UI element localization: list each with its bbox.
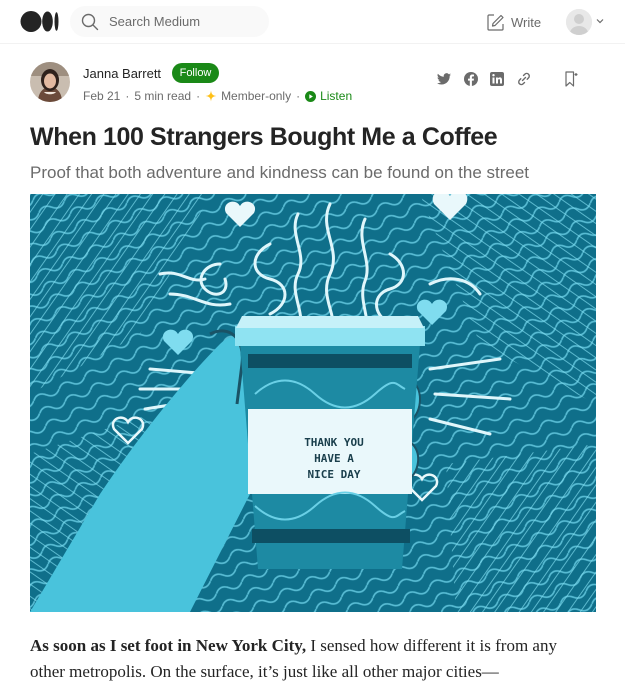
cup-text-line: HAVE A <box>314 452 354 465</box>
chevron-down-icon[interactable] <box>596 17 604 25</box>
bookmark-icon[interactable] <box>563 70 579 88</box>
medium-logo-icon[interactable] <box>20 10 60 33</box>
author-name[interactable]: Janna Barrett <box>83 66 161 81</box>
member-only-label: Member-only <box>221 89 292 103</box>
listen-button[interactable]: Listen <box>320 89 352 103</box>
article-subtitle: Proof that both adventure and kindness c… <box>30 163 530 182</box>
follow-button[interactable]: Follow <box>172 63 219 83</box>
article-hero-image: THANK YOU HAVE A NICE DAY <box>30 194 596 612</box>
author-avatar[interactable] <box>30 62 70 102</box>
article-meta: Feb 21 · 5 min read · Member-only · List… <box>83 89 352 103</box>
twitter-icon[interactable] <box>436 71 452 87</box>
user-avatar-icon <box>566 9 592 35</box>
body-lead-bold: As soon as I set foot in New York City, <box>30 636 307 655</box>
linkedin-icon[interactable] <box>489 71 505 87</box>
publish-date: Feb 21 <box>83 89 121 103</box>
search-bar[interactable]: Search Medium <box>70 6 269 37</box>
meta-separator: · <box>296 89 301 103</box>
write-label: Write <box>511 14 542 30</box>
write-button[interactable]: Write <box>486 11 541 33</box>
facebook-icon[interactable] <box>463 71 479 87</box>
search-icon <box>81 13 99 31</box>
cup-text-line: NICE DAY <box>307 468 361 481</box>
meta-separator: · <box>196 89 201 103</box>
user-avatar[interactable] <box>566 9 592 35</box>
read-time: 5 min read <box>134 89 192 103</box>
member-star-icon <box>205 90 217 102</box>
search-input[interactable]: Search Medium <box>109 14 200 29</box>
coffee-cup-illustration <box>30 194 596 612</box>
cup-text: THANK YOU HAVE A NICE DAY <box>252 435 416 483</box>
play-icon[interactable] <box>305 90 317 102</box>
top-navigation-bar: Search Medium Write <box>0 0 625 44</box>
write-icon <box>487 13 504 31</box>
meta-separator: · <box>125 89 130 103</box>
article-title: When 100 Strangers Bought Me a Coffee <box>30 123 498 151</box>
link-icon[interactable] <box>516 71 532 87</box>
article-body-paragraph: As soon as I set foot in New York City, … <box>30 633 595 685</box>
cup-text-line: THANK YOU <box>304 436 364 449</box>
author-photo <box>30 62 70 102</box>
